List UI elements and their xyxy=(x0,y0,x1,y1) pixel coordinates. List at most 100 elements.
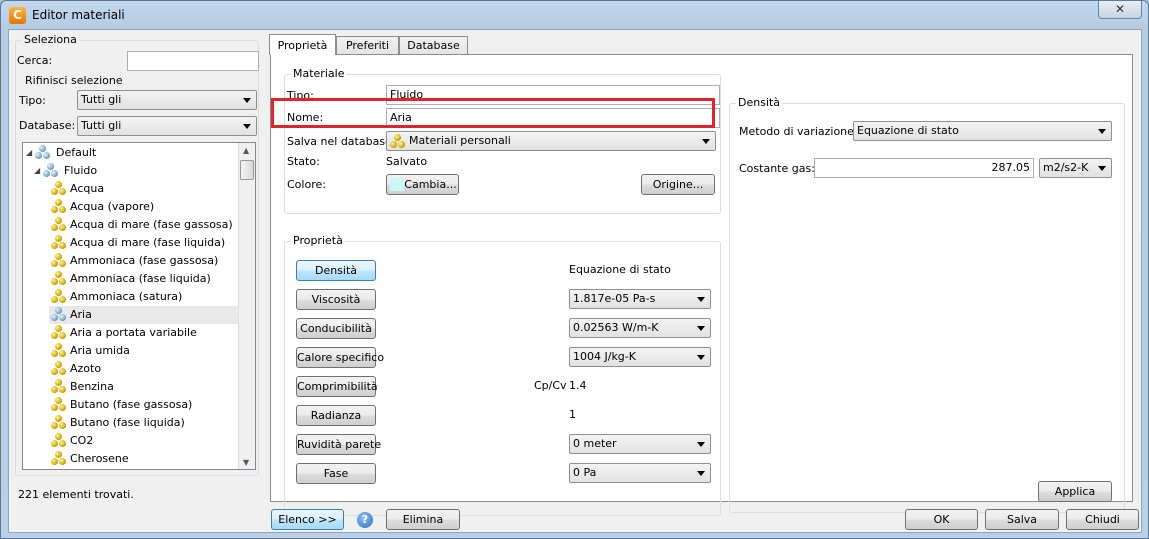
chevron-down-icon xyxy=(697,297,705,302)
tree-item[interactable]: Aria xyxy=(49,306,239,324)
tree-item-label: Acqua (vapore) xyxy=(70,200,155,213)
cerca-label: Cerca: xyxy=(17,54,53,67)
property-value: 1 xyxy=(569,408,576,421)
tree-item[interactable]: Acqua di mare (fase gassosa) xyxy=(49,216,239,234)
densita-title: Densità xyxy=(736,96,783,109)
tree-item-label: Ammoniaca (fase liquida) xyxy=(70,272,211,285)
property-button[interactable]: Fase xyxy=(296,463,376,484)
tree-root-default[interactable]: ◢ Default xyxy=(23,144,240,162)
elimina-button[interactable]: Elimina xyxy=(386,509,460,530)
ok-button[interactable]: OK xyxy=(905,509,978,530)
tree-item[interactable]: Acqua di mare (fase liquida) xyxy=(49,234,239,252)
highlight-annotation xyxy=(271,98,715,128)
material-icon xyxy=(51,199,67,215)
material-tree[interactable]: ◢ Default ◢ Fluido Acqua Acqua (vapore) Ac… xyxy=(22,142,256,470)
property-button[interactable]: Comprimibilità xyxy=(296,376,378,397)
tree-item[interactable]: Cherosene xyxy=(49,450,239,468)
costante-gas-label: Costante gas: xyxy=(739,162,815,175)
tree-item[interactable]: Benzina xyxy=(49,378,239,396)
property-button[interactable]: Radianza xyxy=(296,405,376,426)
tree-item-label: Benzina xyxy=(70,380,114,393)
title-bar: C Editor materiali ✕ xyxy=(1,1,1148,29)
chevron-down-icon xyxy=(697,355,705,360)
property-value-select[interactable]: 0 meter xyxy=(569,434,711,454)
property-value-select[interactable]: 0.02563 W/m-K xyxy=(569,318,711,338)
property-button[interactable]: Calore specifico xyxy=(296,347,384,368)
tree-item[interactable]: CO2 xyxy=(49,432,239,450)
tree-item[interactable]: Acqua xyxy=(49,180,239,198)
tree-item[interactable]: Butano (fase liquida) xyxy=(49,414,239,432)
cerca-input[interactable] xyxy=(127,51,259,71)
database-filter-label: Database: xyxy=(19,119,76,132)
editor-materiali-window: C Editor materiali ✕ Seleziona Cerca: Ri… xyxy=(0,0,1149,539)
property-button[interactable]: Ruvidità parete xyxy=(296,434,381,455)
tree-group-fluido[interactable]: ◢ Fluido xyxy=(23,162,240,180)
colore-label: Colore: xyxy=(287,178,326,191)
collapse-arrow-icon[interactable]: ◢ xyxy=(34,162,40,180)
tree-item[interactable]: Butano (fase gassosa) xyxy=(49,396,239,414)
material-icon xyxy=(51,217,67,233)
tree-item[interactable]: Azoto xyxy=(49,360,239,378)
material-icon xyxy=(51,361,67,377)
tab-preferiti[interactable]: Preferiti xyxy=(336,36,399,55)
property-button[interactable]: Densità xyxy=(296,260,376,281)
applica-button[interactable]: Applica xyxy=(1038,481,1112,502)
chevron-down-icon xyxy=(697,442,705,447)
tree-item[interactable]: Ammoniaca (fase liquida) xyxy=(49,270,239,288)
tree-item-label: Ammoniaca (fase gassosa) xyxy=(70,254,219,267)
material-icon xyxy=(51,181,67,197)
tree-item[interactable]: Ammoniaca (fase gassosa) xyxy=(49,252,239,270)
origine-button[interactable]: Origine... xyxy=(641,174,715,195)
costante-gas-input[interactable]: 287.05 xyxy=(814,158,1034,178)
material-icon xyxy=(51,289,67,305)
elenco-button[interactable]: Elenco >> xyxy=(271,509,344,530)
property-prefix: Cp/Cv xyxy=(534,379,567,392)
salva-database-value: Materiali personali xyxy=(409,134,511,147)
tipo-filter-label: Tipo: xyxy=(19,94,46,107)
tree-item-label: Acqua xyxy=(70,182,105,195)
database-icon xyxy=(35,145,51,161)
scroll-thumb[interactable] xyxy=(240,160,254,180)
database-filter-select[interactable]: Tutti gli xyxy=(77,116,257,136)
collapse-arrow-icon[interactable]: ◢ xyxy=(26,144,32,162)
salva-button[interactable]: Salva xyxy=(985,509,1059,530)
tree-item[interactable]: Aria umida xyxy=(49,342,239,360)
tree-item[interactable]: Acqua (vapore) xyxy=(49,198,239,216)
property-button[interactable]: Conducibilità xyxy=(296,318,376,339)
property-value-select[interactable]: 1004 J/kg-K xyxy=(569,347,711,367)
tipo-filter-select[interactable]: Tutti gli xyxy=(77,90,257,110)
salva-database-label: Salva nel database: xyxy=(287,135,396,148)
tree-item[interactable]: Ammoniaca (satura) xyxy=(49,288,239,306)
materiale-title: Materiale xyxy=(291,67,347,80)
tree-item-label: Cherosene xyxy=(70,452,129,465)
salva-database-select[interactable]: Materiali personali xyxy=(386,131,716,151)
scroll-down-icon[interactable]: ▼ xyxy=(243,458,249,467)
tree-item-label: Acqua di mare (fase liquida) xyxy=(70,236,226,249)
property-value: 1.817e-05 Pa-s xyxy=(573,292,656,305)
property-value-select[interactable]: 1.817e-05 Pa-s xyxy=(569,289,711,309)
help-icon[interactable]: ? xyxy=(357,512,373,528)
property-value-select[interactable]: 0 Pa xyxy=(569,463,711,483)
material-icon xyxy=(51,379,67,395)
cambia-colore-button[interactable]: Cambia... xyxy=(386,174,459,195)
costante-unit-value: m2/s2-K xyxy=(1043,161,1089,174)
tipo-filter-value: Tutti gli xyxy=(81,93,122,106)
tab-database[interactable]: Database xyxy=(399,36,468,55)
tree-scrollbar[interactable]: ▲ ▼ xyxy=(238,143,255,469)
proprieta-title: Proprietà xyxy=(291,234,345,247)
material-icon xyxy=(51,271,67,287)
scroll-up-icon[interactable]: ▲ xyxy=(243,146,249,155)
window-title: Editor materiali xyxy=(32,8,125,22)
tab-proprieta[interactable]: Proprietà xyxy=(269,34,336,55)
color-swatch xyxy=(390,178,404,191)
chiudi-button[interactable]: Chiudi xyxy=(1066,509,1139,530)
tree-group-label: Fluido xyxy=(64,164,98,177)
close-button[interactable]: ✕ xyxy=(1098,1,1142,19)
property-button[interactable]: Viscosità xyxy=(296,289,376,310)
material-icon xyxy=(51,433,67,449)
metodo-select[interactable]: Equazione di stato xyxy=(853,121,1112,141)
chevron-down-icon xyxy=(1098,166,1106,171)
costante-unit-select[interactable]: m2/s2-K xyxy=(1039,158,1112,178)
stato-value: Salvato xyxy=(386,155,428,168)
tree-item[interactable]: Aria a portata variabile xyxy=(49,324,239,342)
